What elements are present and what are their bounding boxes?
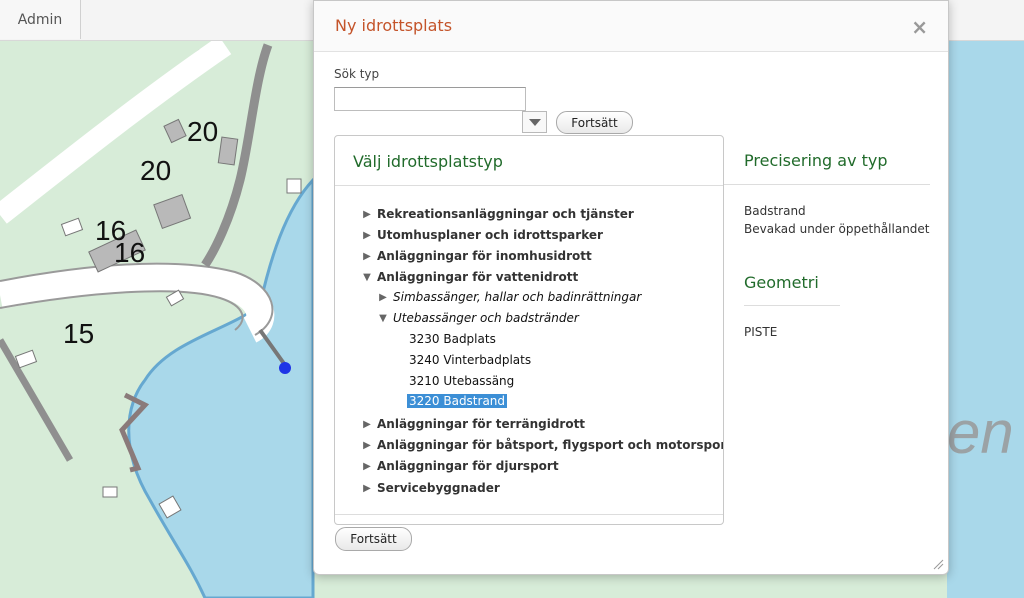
geometry-divider: [744, 305, 840, 306]
collapse-arrow-icon[interactable]: ▼: [377, 312, 389, 324]
expand-arrow-icon[interactable]: ▶: [361, 439, 373, 451]
tree-item-boat-air-motor-sports[interactable]: ▶ Anläggningar för båtsport, flygsport oc…: [361, 436, 723, 454]
tree-item-pools-halls[interactable]: ▶ Simbassänger, hallar och badinrättninga…: [377, 288, 641, 306]
resize-handle-icon[interactable]: [932, 558, 944, 570]
tree-item-animal-sports[interactable]: ▶ Anläggningar för djursport: [361, 457, 558, 475]
tree-item-3210[interactable]: 3210 Utebassäng: [409, 372, 514, 390]
chevron-down-icon: [528, 118, 541, 126]
panel-bottom-divider: [335, 514, 723, 515]
dialog-title: Ny idrottsplats: [335, 16, 453, 35]
tree-item-terrain-sports[interactable]: ▶ Anläggningar för terrängidrott: [361, 415, 585, 433]
expand-arrow-icon[interactable]: ▶: [361, 418, 373, 430]
expand-arrow-icon[interactable]: ▶: [361, 460, 373, 472]
type-dropdown[interactable]: [522, 111, 547, 133]
precision-line-1: Badstrand: [744, 204, 806, 218]
map-label-15: 15: [63, 318, 95, 349]
collapse-arrow-icon[interactable]: ▼: [361, 271, 373, 283]
tree-item-3240[interactable]: 3240 Vinterbadplats: [409, 351, 531, 369]
close-icon[interactable]: ×: [911, 15, 928, 39]
expand-arrow-icon[interactable]: ▶: [377, 291, 389, 303]
dialog-header[interactable]: Ny idrottsplats ×: [314, 1, 948, 52]
tree-item-water-sports[interactable]: ▼ Anläggningar för vattenidrott: [361, 268, 578, 286]
tree-item-3220-selected[interactable]: 3220 Badstrand: [407, 392, 508, 410]
expand-arrow-icon[interactable]: ▶: [361, 250, 373, 262]
map-label-20-b: 20: [140, 155, 172, 186]
type-precision-divider: [724, 184, 930, 185]
tree-item-outdoor-pools-beaches[interactable]: ▼ Utebassänger och badstränder: [377, 309, 579, 327]
tree-item-outdoor-fields[interactable]: ▶ Utomhusplaner och idrottsparker: [361, 226, 603, 244]
expand-arrow-icon[interactable]: ▶: [361, 208, 373, 220]
new-sports-place-dialog[interactable]: Ny idrottsplats × Sök typ Fortsätt Välj …: [313, 0, 949, 575]
sports-place-type-panel: Välj idrottsplatstyp ▶ Rekreationsanläggn…: [334, 135, 724, 525]
expand-arrow-icon[interactable]: ▶: [361, 482, 373, 494]
type-precision-title: Precisering av typ: [744, 151, 888, 170]
map-place-name-partial: en: [947, 399, 1014, 466]
search-type-input[interactable]: [334, 87, 526, 111]
geometry-value: PISTE: [744, 325, 778, 339]
sports-place-type-title: Välj idrottsplatstyp: [353, 152, 503, 171]
tree-item-3230[interactable]: 3230 Badplats: [409, 330, 496, 348]
tree-item-service-buildings[interactable]: ▶ Servicebyggnader: [361, 479, 500, 497]
map-label-20-a: 20: [187, 116, 219, 147]
precision-line-2: Bevakad under öppethållandet: [744, 222, 930, 236]
continue-button-bottom[interactable]: Fortsätt: [335, 527, 412, 551]
search-type-label: Sök typ: [334, 67, 380, 81]
panel-divider: [335, 185, 723, 186]
geometry-title: Geometri: [744, 273, 819, 292]
admin-tab[interactable]: Admin: [0, 0, 81, 39]
tree-item-recreation[interactable]: ▶ Rekreationsanläggningar och tjänster: [361, 205, 634, 223]
expand-arrow-icon[interactable]: ▶: [361, 229, 373, 241]
map-label-16-b: 16: [114, 237, 146, 268]
tree-item-indoor-sports[interactable]: ▶ Anläggningar för inomhusidrott: [361, 247, 592, 265]
continue-button-top[interactable]: Fortsätt: [556, 111, 633, 134]
